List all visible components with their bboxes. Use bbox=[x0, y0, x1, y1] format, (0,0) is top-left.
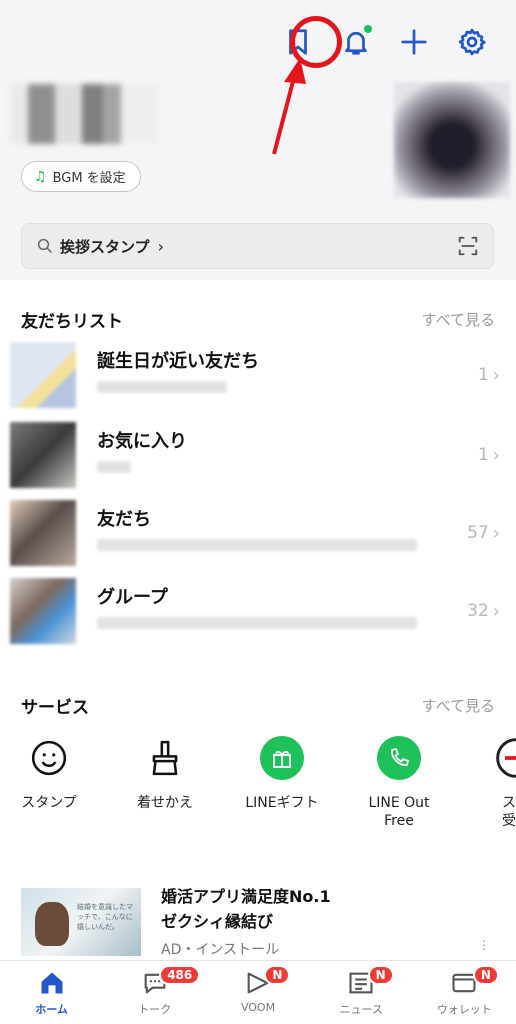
services-see-all-link[interactable]: すべて見る bbox=[422, 695, 495, 716]
notification-dot bbox=[364, 25, 372, 33]
service-label: スシ 受付 bbox=[502, 795, 516, 829]
service-theme[interactable]: 着せかえ bbox=[110, 736, 220, 812]
service-label: スタンプ bbox=[21, 795, 77, 811]
group-count: 32 › bbox=[467, 600, 500, 622]
talk-badge: 486 bbox=[159, 965, 201, 985]
service-label: LINEギフト bbox=[245, 795, 319, 811]
chevron-right-icon: › bbox=[492, 522, 500, 544]
group-preview-blurred bbox=[97, 617, 417, 629]
service-sushi[interactable]: スシ 受付 bbox=[461, 736, 516, 830]
nav-voom[interactable]: VOOM N bbox=[206, 961, 309, 1024]
search-icon bbox=[37, 238, 52, 253]
voom-badge: N bbox=[264, 965, 291, 985]
search-bar[interactable]: 挨拶スタンプ › bbox=[21, 223, 494, 269]
ad-image: 結婚を意識したマッチで、こんなに嬉しいんだ。 bbox=[21, 888, 141, 956]
wallet-badge: N bbox=[472, 965, 499, 985]
sushi-icon bbox=[494, 736, 516, 780]
bottom-nav: ホーム トーク 486 VOOM N ニュース N ウォレット N bbox=[0, 960, 516, 1024]
gear-icon[interactable] bbox=[454, 24, 490, 60]
ad-person bbox=[35, 902, 69, 946]
bgm-button[interactable]: ♫ BGM を設定 bbox=[21, 161, 141, 192]
ad-image-text: 結婚を意識したマッチで、こんなに嬉しいんだ。 bbox=[77, 903, 133, 931]
group-avatar bbox=[10, 422, 76, 488]
services-row: スタンプ 着せかえ LINEギフト LINE Out Free スシ 受付 bbox=[0, 736, 516, 829]
news-badge: N bbox=[367, 965, 394, 985]
ad-label: AD・インストール bbox=[161, 942, 280, 958]
group-name: グループ bbox=[97, 587, 168, 608]
music-note-icon: ♫ bbox=[34, 168, 47, 185]
home-header: ♫ BGM を設定 挨拶スタンプ › bbox=[0, 0, 516, 280]
group-name: 友だち bbox=[97, 509, 151, 530]
nav-wallet[interactable]: ウォレット N bbox=[413, 961, 516, 1024]
bell-icon[interactable] bbox=[338, 24, 374, 60]
group-avatar bbox=[10, 578, 76, 644]
service-label: LINE Out Free bbox=[368, 795, 430, 829]
nav-home[interactable]: ホーム bbox=[0, 961, 103, 1024]
phone-icon bbox=[377, 736, 421, 780]
group-avatar bbox=[10, 500, 76, 566]
friend-group-groups[interactable]: グループ 32 › bbox=[10, 576, 500, 646]
scan-icon[interactable] bbox=[457, 235, 479, 257]
friend-group-favorites[interactable]: お気に入り 1 › bbox=[10, 420, 500, 490]
friends-see-all-link[interactable]: すべて見る bbox=[422, 309, 495, 330]
nav-label: ホーム bbox=[35, 1003, 68, 1016]
brush-icon bbox=[143, 736, 187, 780]
chevron-right-icon: › bbox=[492, 444, 500, 466]
plus-icon[interactable] bbox=[396, 24, 432, 60]
group-preview-blurred bbox=[97, 461, 131, 473]
annotation-arrow bbox=[272, 58, 306, 155]
group-count: 57 › bbox=[467, 522, 500, 544]
chevron-right-icon: › bbox=[492, 364, 500, 386]
profile-name-blurred[interactable] bbox=[10, 84, 160, 144]
services-title: サービス bbox=[21, 698, 89, 718]
friends-title: 友だちリスト bbox=[21, 312, 123, 332]
more-icon[interactable]: ⋮ bbox=[478, 939, 490, 951]
profile-avatar-blurred[interactable] bbox=[394, 82, 510, 198]
ad-title: 婚活アプリ満足度No.1 ゼクシィ縁結び bbox=[161, 887, 331, 931]
service-line-out[interactable]: LINE Out Free bbox=[344, 736, 454, 830]
group-avatar bbox=[10, 342, 76, 408]
group-name: お気に入り bbox=[97, 431, 187, 452]
nav-label: ニュース bbox=[339, 1003, 383, 1016]
group-count: 1 › bbox=[477, 444, 500, 466]
group-preview-blurred bbox=[97, 539, 417, 551]
group-count: 1 › bbox=[477, 364, 500, 386]
chevron-right-icon: › bbox=[492, 600, 500, 622]
search-label: 挨拶スタンプ bbox=[60, 237, 150, 256]
service-stamp[interactable]: スタンプ bbox=[0, 736, 104, 812]
gift-icon bbox=[260, 736, 304, 780]
nav-talk[interactable]: トーク 486 bbox=[103, 961, 206, 1024]
chevron-right-icon: › bbox=[157, 236, 164, 256]
bgm-button-label: BGM を設定 bbox=[52, 171, 126, 186]
nav-label: トーク bbox=[138, 1003, 172, 1016]
friend-group-birthday[interactable]: 誕生日が近い友だち 1 › bbox=[10, 340, 500, 410]
service-label: 着せかえ bbox=[137, 795, 193, 811]
group-name: 誕生日が近い友だち bbox=[97, 351, 259, 372]
home-icon bbox=[41, 972, 63, 994]
friend-group-friends[interactable]: 友だち 57 › bbox=[10, 498, 500, 568]
friends-section-header: 友だちリスト すべて見る bbox=[21, 307, 495, 332]
group-preview-blurred bbox=[97, 381, 227, 393]
smile-icon bbox=[27, 736, 71, 780]
nav-label: VOOM bbox=[240, 1001, 276, 1014]
service-gift[interactable]: LINEギフト bbox=[227, 736, 337, 812]
ad-banner[interactable]: 結婚を意識したマッチで、こんなに嬉しいんだ。 婚活アプリ満足度No.1 ゼクシィ… bbox=[21, 884, 496, 958]
services-section-header: サービス すべて見る bbox=[21, 693, 495, 718]
nav-label: ウォレット bbox=[436, 1003, 492, 1016]
nav-news[interactable]: ニュース N bbox=[310, 961, 413, 1024]
